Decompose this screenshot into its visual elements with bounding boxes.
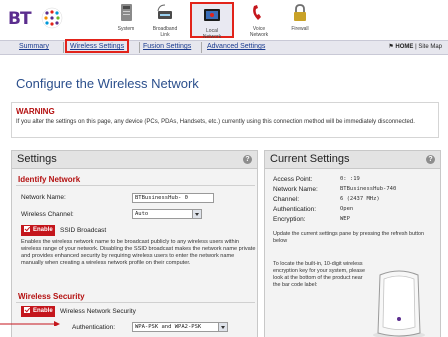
warning-text: If you alter the settings on this page, … [16, 119, 415, 125]
settings-panel-header: Settings ? [12, 151, 257, 169]
tab-separator [63, 42, 64, 53]
annotation-arrow-icon [0, 321, 60, 326]
tab-summary[interactable]: Summary [19, 43, 49, 50]
wireless-channel-label: Wireless Channel: [21, 211, 74, 218]
settings-title: Settings [17, 153, 57, 165]
section-divider [16, 185, 255, 186]
nav-system-label: System [117, 26, 135, 32]
nav-voice-network-label: Voice Network [249, 26, 269, 38]
ssid-broadcast-label: SSID Broadcast [60, 227, 107, 234]
tab-separator [139, 42, 140, 53]
settings-panel: Settings ? Identify Network Network Name… [11, 150, 258, 337]
tab-advanced-settings[interactable]: Advanced Settings [207, 43, 265, 50]
authentication-value: WPA-PSK and WPA2-PSK [135, 324, 202, 330]
current-settings-title: Current Settings [270, 153, 350, 165]
network-name-label: Network Name: [273, 186, 318, 193]
wireless-channel-value: Auto [135, 211, 149, 217]
local-network-icon [204, 9, 220, 21]
broadband-icon [157, 4, 172, 19]
nav-firewall-label: Firewall [291, 26, 309, 32]
system-icon [121, 4, 132, 21]
nav-voice-network[interactable]: Voice Network [237, 2, 281, 38]
security-enable-label: Enable [33, 308, 53, 314]
voice-network-icon [253, 5, 261, 20]
tab-fusion-settings[interactable]: Fusion Settings [143, 43, 191, 50]
encryption-label: Encryption: [273, 216, 306, 223]
authentication-label: Authentication: [273, 206, 317, 213]
section-divider [16, 302, 255, 303]
current-settings-panel: Current Settings ? Access Point: 0: :19 … [264, 150, 441, 337]
bt-logo-text: BT [8, 9, 32, 29]
wireless-security-heading: Wireless Security [18, 292, 85, 301]
encryption-value: WEP [340, 216, 350, 222]
help-icon[interactable]: ? [243, 155, 252, 164]
hub-device-image [373, 270, 425, 337]
network-name-label: Network Name: [21, 194, 66, 201]
nav-firewall[interactable]: Firewall [278, 2, 322, 38]
network-name-value: BTBusinessHub-740 [340, 186, 397, 192]
tab-separator [201, 42, 202, 53]
chevron-down-icon [218, 323, 227, 331]
warning-heading: WARNING [16, 107, 55, 116]
channel-label: Channel: [273, 196, 300, 203]
ssid-broadcast-enable-checkbox[interactable]: Enable [21, 225, 55, 236]
home-icon: ⚑ [388, 44, 394, 50]
tab-wireless-settings-highlight: Wireless Settings [65, 39, 130, 53]
nav-system[interactable]: System [104, 2, 148, 38]
nav-local-network[interactable]: Local Network [190, 2, 234, 40]
authentication-label: Authentication: [72, 324, 116, 331]
nav-broadband-label: Broadband Link [152, 26, 178, 38]
bt-globe-icon [41, 7, 63, 29]
wireless-network-security-label: Wireless Network Security [60, 308, 136, 315]
access-point-value: 0: :19 [340, 176, 360, 182]
authentication-value: Open [340, 206, 354, 212]
top-bar: BT System Broadband Link Local Network V… [0, 0, 448, 40]
encryption-key-instructions: To locate the built-in, 10-digit wireles… [273, 261, 365, 288]
tab-wireless-settings[interactable]: Wireless Settings [70, 43, 124, 50]
refresh-instructions: Update the current settings pane by pres… [273, 231, 425, 244]
nav-broadband-link[interactable]: Broadband Link [143, 2, 187, 38]
ssid-broadcast-description: Enables the wireless network name to be … [21, 239, 256, 266]
sub-navigation: Summary Wireless Settings Fusion Setting… [0, 39, 448, 55]
wireless-channel-select[interactable]: Auto [132, 209, 202, 219]
home-link[interactable]: HOME [395, 44, 413, 50]
bt-logo[interactable]: BT [8, 6, 72, 34]
channel-value: 6 (2437 MHz) [340, 196, 380, 202]
nav-local-network-label: Local Network [202, 28, 222, 40]
chevron-down-icon [192, 210, 201, 218]
page-title: Configure the Wireless Network [16, 76, 199, 91]
ssid-enable-label: Enable [33, 227, 53, 233]
checkbox-checked-icon [24, 306, 30, 313]
help-icon[interactable]: ? [426, 155, 435, 164]
header-links: ⚑ HOME | Site Map [388, 44, 442, 50]
identify-network-heading: Identify Network [18, 175, 81, 184]
firewall-lock-icon [294, 4, 306, 21]
current-settings-header: Current Settings ? [265, 151, 440, 169]
authentication-select[interactable]: WPA-PSK and WPA2-PSK [132, 322, 228, 332]
network-name-input[interactable]: BTBusinessHub- 0 [132, 193, 214, 203]
access-point-label: Access Point: [273, 176, 313, 183]
site-map-link[interactable]: Site Map [418, 44, 442, 50]
checkbox-checked-icon [24, 225, 30, 232]
warning-box: WARNING If you alter the settings on thi… [11, 102, 439, 138]
